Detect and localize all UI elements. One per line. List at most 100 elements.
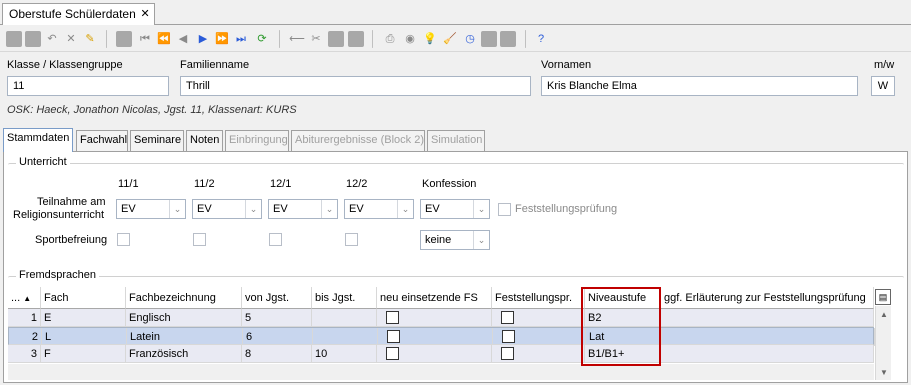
last-icon[interactable]: ⏭ [233,31,249,47]
feststellungspruefung-checkbox[interactable] [498,203,511,216]
cell-fach[interactable]: F [41,345,126,363]
feststellungspr-checkbox[interactable] [501,347,514,360]
delete-icon[interactable]: ✕ [63,31,79,47]
copy-icon[interactable] [116,31,132,47]
next-icon[interactable]: ▶ [195,31,211,47]
save-icon[interactable] [6,31,22,47]
document-tab-title: Oberstufe Schülerdaten [9,7,136,21]
undo-icon[interactable]: ↶ [44,31,60,47]
cell-fach[interactable]: L [42,328,127,346]
cell-bis-jgst[interactable]: 10 [312,345,377,363]
cell-niveaustufe[interactable]: Lat [586,328,662,346]
religion-select-11-1[interactable]: EV ⌄ [116,199,186,219]
neu-fs-checkbox[interactable] [386,311,399,324]
neu-fs-checkbox[interactable] [386,347,399,360]
col-header-neu-einsetzende-fs[interactable]: neu einsetzende FS [377,287,492,309]
cell-bis-jgst[interactable] [312,309,377,327]
table-row[interactable]: 1 E Englisch 5 B2 [8,309,874,327]
paste-icon[interactable] [328,31,344,47]
next-page-icon[interactable]: ⏩ [214,31,230,47]
print-icon[interactable]: ⎙ [382,31,398,47]
table-row[interactable]: 3 F Französisch 8 10 B1/B1+ [8,345,874,363]
scroll-down-icon[interactable]: ▼ [876,364,892,380]
tab-abiturergebnisse[interactable]: Abiturergebnisse (Block 2) [291,130,425,151]
clipboard-icon[interactable] [348,31,364,47]
cell-von-jgst[interactable]: 6 [243,328,313,346]
edit-icon[interactable]: ✎ [82,31,98,47]
close-tab-icon[interactable]: ✕ [141,4,150,24]
klasse-field[interactable]: 11 [7,76,169,96]
cell-niveaustufe[interactable]: B1/B1+ [585,345,661,363]
col-header-fachbezeichnung[interactable]: Fachbezeichnung [126,287,242,309]
help-icon[interactable]: ? [533,31,549,47]
feststellungspr-checkbox[interactable] [502,330,515,343]
sportbefreiung-select[interactable]: keine ⌄ [420,230,490,250]
prev-page-icon[interactable]: ⏪ [156,31,172,47]
col-header-feststellungspr[interactable]: Feststellungspr. [492,287,585,309]
sport-checkbox-11-2[interactable] [193,233,206,246]
import-icon[interactable] [500,31,516,47]
tab-simulation[interactable]: Simulation [427,130,485,151]
cell-erlaeuterung[interactable] [661,309,874,327]
prev-icon[interactable]: ◀ [175,31,191,47]
first-icon[interactable]: ⏮ [137,31,153,47]
cell-bis-jgst[interactable] [313,328,378,346]
religion-label-line2: Religionsunterricht [13,209,105,221]
fremdsprachen-title: Fremdsprachen [16,269,100,281]
tab-einbringung[interactable]: Einbringung [225,130,289,151]
konfession-select[interactable]: EV ⌄ [420,199,490,219]
col-header-bis-jgst[interactable]: bis Jgst. [312,287,377,309]
table-scrollbar[interactable]: ▲ ▼ [875,306,891,380]
clean-icon[interactable]: 🧹 [442,31,458,47]
neu-fs-checkbox[interactable] [387,330,400,343]
hint-icon[interactable]: 💡 [422,31,438,47]
back-icon[interactable]: ⟵ [289,31,305,47]
refresh-icon[interactable]: ⟳ [254,31,270,47]
vornamen-label: Vornamen [541,59,592,71]
religion-select-12-1[interactable]: EV ⌄ [268,199,338,219]
cell-feststellungspr [492,309,585,327]
sport-checkbox-12-1[interactable] [269,233,282,246]
col-header-erlaeuterung[interactable]: ggf. Erläuterung zur Feststellungsprüfun… [661,287,874,309]
col-header-niveaustufe[interactable]: Niveaustufe [585,287,661,309]
tab-noten[interactable]: Noten [186,130,223,151]
table-row[interactable]: 2 L Latein 6 Lat [8,327,875,346]
cell-feststellungspr [492,345,585,363]
col-header-nr[interactable]: ... ▲ [8,287,41,309]
cell-von-jgst[interactable]: 8 [242,345,312,363]
religion-select-11-2[interactable]: EV ⌄ [192,199,262,219]
sport-checkbox-11-1[interactable] [117,233,130,246]
tab-seminare[interactable]: Seminare [130,130,184,151]
sport-checkbox-12-2[interactable] [345,233,358,246]
title-bar: Oberstufe Schülerdaten ✕ [0,0,911,25]
cell-fachbezeichnung[interactable]: Englisch [126,309,242,327]
konfession-header: Konfession [422,178,477,190]
tab-fachwahl[interactable]: Fachwahl [76,130,128,151]
document-tab[interactable]: Oberstufe Schülerdaten ✕ [2,3,155,25]
toolbar-separator [372,30,373,48]
cell-von-jgst[interactable]: 5 [242,309,312,327]
familienname-field[interactable]: Thrill [180,76,531,96]
column-chooser-icon[interactable]: ▤ [875,289,891,305]
feststellungspr-checkbox[interactable] [501,311,514,324]
cell-niveaustufe[interactable]: B2 [585,309,661,327]
cell-fachbezeichnung[interactable]: Latein [127,328,243,346]
save-disabled-icon[interactable] [25,31,41,47]
feststellungspruefung-label: Feststellungsprüfung [515,203,618,215]
cell-fach[interactable]: E [41,309,126,327]
mw-field[interactable]: W [871,76,895,96]
view-icon[interactable]: ◉ [402,31,418,47]
col-header-fach[interactable]: Fach [41,287,126,309]
sort-asc-icon: ▲ [23,294,32,303]
cell-fachbezeichnung[interactable]: Französisch [126,345,242,363]
col-header-von-jgst[interactable]: von Jgst. [242,287,312,309]
cut-icon[interactable]: ✂ [308,31,324,47]
clock-icon[interactable]: ◷ [462,31,478,47]
tab-stammdaten[interactable]: Stammdaten [3,128,73,152]
religion-select-12-2[interactable]: EV ⌄ [344,199,414,219]
export-icon[interactable] [481,31,497,47]
scroll-up-icon[interactable]: ▲ [876,306,892,322]
cell-erlaeuterung[interactable] [662,328,875,346]
cell-erlaeuterung[interactable] [661,345,874,363]
vornamen-field[interactable]: Kris Blanche Elma [541,76,858,96]
